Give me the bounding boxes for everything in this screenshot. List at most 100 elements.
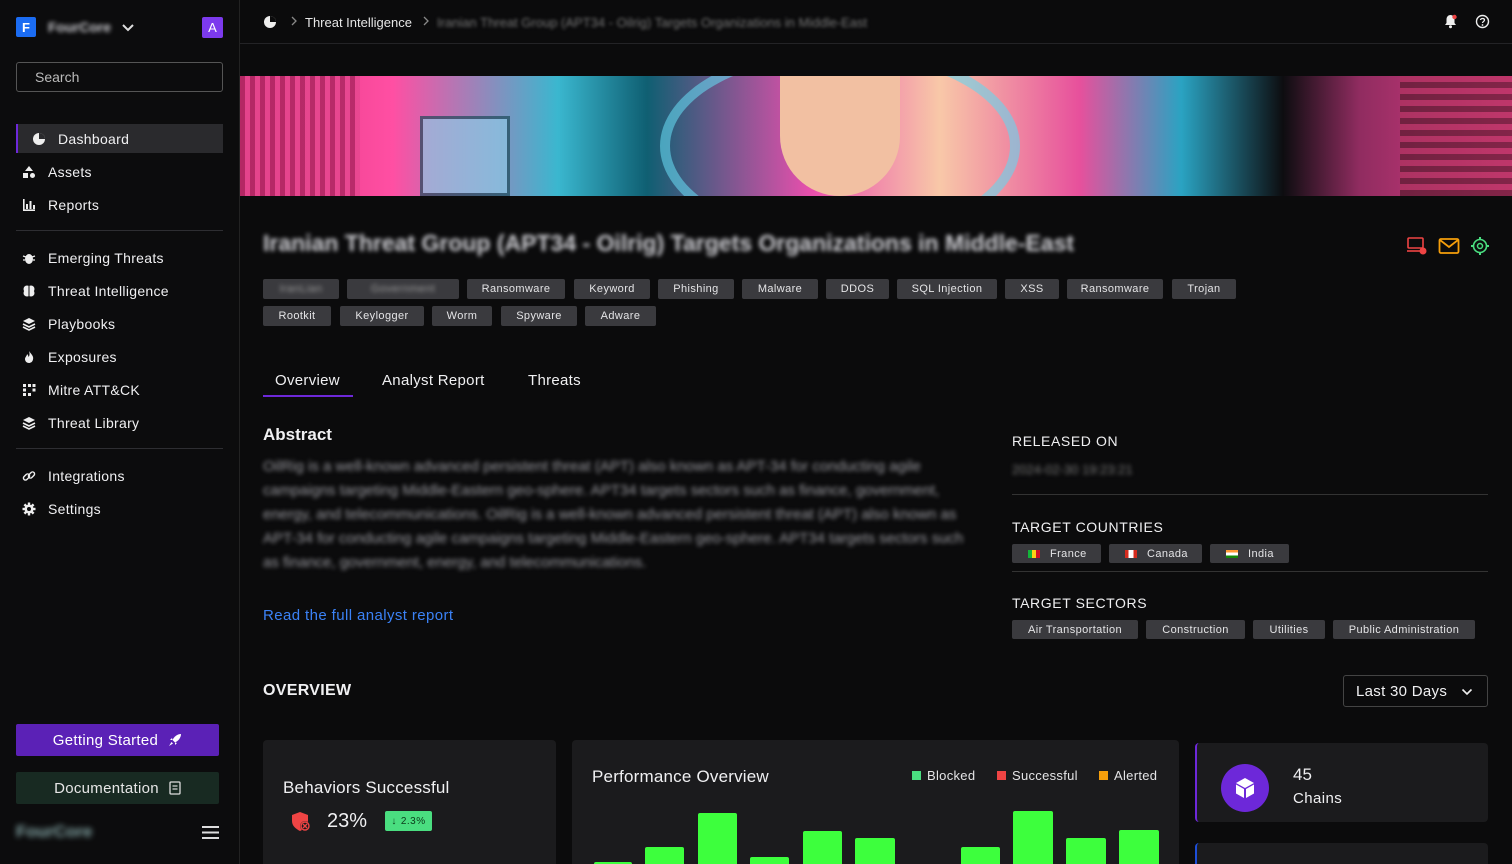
tag: Ransomware [467,279,565,299]
sidebar-item-reports[interactable]: Reports [16,190,223,219]
settings-badge-icon[interactable] [1469,236,1491,256]
bug-icon [22,251,36,265]
nav-divider [16,448,223,449]
documentation-button[interactable]: Documentation [16,772,219,804]
bar-chart-icon [22,198,36,212]
menu-icon[interactable] [202,825,219,840]
chart-bar [803,831,842,864]
endpoint-alert-icon[interactable] [1406,236,1428,256]
country-chip: India [1210,544,1289,563]
tab-analyst-report[interactable]: Analyst Report [382,372,485,389]
breadcrumb-section[interactable]: Threat Intelligence [305,15,412,30]
gear-icon [22,502,36,516]
sidebar-item-exposures[interactable]: Exposures [16,342,223,371]
behaviors-delta-badge: ↓ 2.3% [385,811,432,831]
mail-icon[interactable] [1438,236,1460,256]
help-icon[interactable] [1475,14,1490,29]
tag: Malware [742,279,818,299]
chart-bar [961,847,1000,864]
tag: Ransomware [1067,279,1163,299]
sidebar-item-label: Emerging Threats [48,249,164,266]
org-logo: F [16,17,36,37]
getting-started-label: Getting Started [52,731,159,749]
tab-threats[interactable]: Threats [528,372,581,389]
sidebar-item-integrations[interactable]: Integrations [16,461,223,490]
link-icon [22,469,36,483]
legend-successful: Successful [997,768,1078,783]
behaviors-title: Behaviors Successful [283,778,450,797]
chains-card[interactable]: 45 Chains [1195,743,1488,822]
top-bar: Threat Intelligence Iranian Threat Group… [240,0,1512,44]
next-stat-card[interactable] [1195,843,1488,864]
date-range-value: Last 30 Days [1356,682,1448,700]
tag: XSS [1005,279,1059,299]
chevron-right-icon [291,16,297,26]
flag-icon [1125,549,1137,558]
chart-bar [1066,838,1106,864]
bell-icon[interactable] [1443,14,1458,29]
tab-overview[interactable]: Overview [275,372,340,389]
chart-bar [1119,830,1159,864]
divider [1012,494,1488,495]
chevron-right-icon [423,16,429,26]
document-icon [169,781,181,795]
documentation-label: Documentation [54,779,159,797]
flame-icon [22,350,36,364]
tag: Phishing [658,279,734,299]
sidebar-item-threat-library[interactable]: Threat Library [16,408,223,437]
getting-started-button[interactable]: Getting Started [16,724,219,756]
abstract-heading: Abstract [263,425,332,444]
tag: IranLian [263,279,339,299]
date-range-select[interactable]: Last 30 Days [1343,675,1488,707]
legend-blocked: Blocked [912,768,975,783]
sidebar-item-label: Dashboard [58,130,130,147]
active-tab-indicator [263,395,353,397]
sector-chip: Construction [1146,620,1245,639]
tag: Keylogger [340,306,424,326]
sidebar-item-threat-intelligence[interactable]: Threat Intelligence [16,276,223,305]
sidebar-item-settings[interactable]: Settings [16,494,223,523]
sidebar-item-label: Exposures [48,348,117,365]
country-chip: France [1012,544,1101,563]
home-icon[interactable] [263,15,277,29]
sector-chip: Air Transportation [1012,620,1138,639]
layers-icon [22,416,36,430]
sidebar-item-playbooks[interactable]: Playbooks [16,309,223,338]
sidebar: F FourCore A Dashboard Assets Reports Em… [0,0,240,864]
sector-chip: Public Administration [1333,620,1475,639]
tag: Trojan [1172,279,1236,299]
flag-icon [1028,549,1040,558]
chevron-down-icon[interactable] [121,20,135,34]
avatar[interactable]: A [202,17,223,38]
grid-dots-icon [22,383,36,397]
cube-icon [1221,764,1269,812]
rocket-icon [169,734,182,746]
abstract-text: OilRig is a well-known advanced persiste… [263,458,964,571]
sidebar-item-mitre-attack[interactable]: Mitre ATT&CK [16,375,223,404]
brain-icon [22,284,36,298]
country-chip: Canada [1109,544,1202,563]
legend-swatch [912,771,921,780]
breadcrumb-current: Iranian Threat Group (APT34 - Oilrig) Ta… [437,15,868,30]
org-name: FourCore [48,19,111,35]
sidebar-item-dashboard[interactable]: Dashboard [16,124,223,153]
legend-alerted: Alerted [1099,768,1157,783]
shield-x-icon [292,812,310,831]
performance-title: Performance Overview [592,767,769,786]
sidebar-item-label: Mitre ATT&CK [48,381,141,398]
chains-label: Chains [1293,790,1343,807]
tag: Worm [432,306,492,326]
nav-divider [16,230,223,231]
footer-logo: FourCore [16,822,93,841]
read-full-report-link[interactable]: Read the full analyst report [263,607,453,624]
sidebar-item-assets[interactable]: Assets [16,157,223,186]
sidebar-item-label: Playbooks [48,315,116,332]
chart-bar [750,857,789,864]
target-sectors-label: TARGET SECTORS [1012,595,1148,611]
tag: Keyword [574,279,650,299]
search-input[interactable] [16,62,223,92]
org-switcher[interactable]: F FourCore [16,16,223,38]
chart-bar [698,813,737,864]
report-banner-image [240,76,1512,196]
sidebar-item-emerging-threats[interactable]: Emerging Threats [16,243,223,272]
